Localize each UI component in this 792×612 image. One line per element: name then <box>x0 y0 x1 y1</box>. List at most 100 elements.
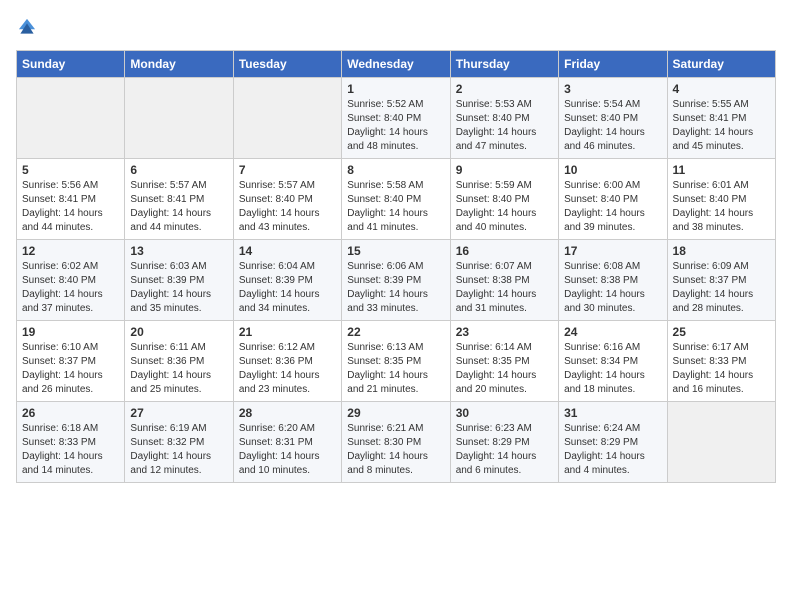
calendar-cell: 29 Sunrise: 6:21 AM Sunset: 8:30 PM Dayli… <box>342 402 450 483</box>
day-number: 1 <box>347 82 444 96</box>
calendar-week-row: 12Sunrise: 6:02 AM Sunset: 8:40 PM Dayli… <box>17 240 776 321</box>
calendar-cell: 20 Sunrise: 6:11 AM Sunset: 8:36 PM Dayli… <box>125 321 233 402</box>
day-info: Sunrise: 6:18 AM Sunset: 8:33 PM Dayligh… <box>22 422 119 478</box>
day-number: 10 <box>564 163 661 177</box>
calendar-cell: 5Sunrise: 5:56 AM Sunset: 8:41 PM Daylig… <box>17 159 125 240</box>
day-number: 13 <box>130 244 227 258</box>
day-info: Sunrise: 6:17 AM Sunset: 8:33 PM Dayligh… <box>673 341 770 397</box>
header-day-tuesday: Tuesday <box>233 51 341 78</box>
day-info: Sunrise: 6:08 AM Sunset: 8:38 PM Dayligh… <box>564 260 661 316</box>
day-info: Sunrise: 6:23 AM Sunset: 8:29 PM Dayligh… <box>456 422 553 478</box>
calendar-week-row: 19 Sunrise: 6:10 AM Sunset: 8:37 PM Dayli… <box>17 321 776 402</box>
day-number: 29 <box>347 406 444 420</box>
day-number: 8 <box>347 163 444 177</box>
day-info: Sunrise: 5:57 AM Sunset: 8:40 PM Dayligh… <box>239 179 336 235</box>
day-number: 9 <box>456 163 553 177</box>
calendar-cell: 26 Sunrise: 6:18 AM Sunset: 8:33 PM Dayli… <box>17 402 125 483</box>
day-info: Sunrise: 6:24 AM Sunset: 8:29 PM Dayligh… <box>564 422 661 478</box>
day-info: Sunrise: 5:59 AM Sunset: 8:40 PM Dayligh… <box>456 179 553 235</box>
calendar-cell: 24Sunrise: 6:16 AM Sunset: 8:34 PM Dayli… <box>559 321 667 402</box>
day-number: 11 <box>673 163 770 177</box>
day-info: Sunrise: 6:12 AM Sunset: 8:36 PM Dayligh… <box>239 341 336 397</box>
header-day-monday: Monday <box>125 51 233 78</box>
day-number: 19 <box>22 325 119 339</box>
day-number: 2 <box>456 82 553 96</box>
day-info: Sunrise: 5:52 AM Sunset: 8:40 PM Dayligh… <box>347 98 444 154</box>
calendar-cell: 11Sunrise: 6:01 AM Sunset: 8:40 PM Dayli… <box>667 159 775 240</box>
day-info: Sunrise: 6:21 AM Sunset: 8:30 PM Dayligh… <box>347 422 444 478</box>
day-number: 27 <box>130 406 227 420</box>
day-number: 14 <box>239 244 336 258</box>
header-day-wednesday: Wednesday <box>342 51 450 78</box>
calendar-cell: 12Sunrise: 6:02 AM Sunset: 8:40 PM Dayli… <box>17 240 125 321</box>
calendar-cell <box>125 78 233 159</box>
calendar-cell: 25 Sunrise: 6:17 AM Sunset: 8:33 PM Dayli… <box>667 321 775 402</box>
calendar-cell: 28 Sunrise: 6:20 AM Sunset: 8:31 PM Dayli… <box>233 402 341 483</box>
day-number: 26 <box>22 406 119 420</box>
calendar-cell: 9 Sunrise: 5:59 AM Sunset: 8:40 PM Daylig… <box>450 159 558 240</box>
day-number: 23 <box>456 325 553 339</box>
day-number: 17 <box>564 244 661 258</box>
calendar-header-row: SundayMondayTuesdayWednesdayThursdayFrid… <box>17 51 776 78</box>
day-number: 30 <box>456 406 553 420</box>
day-number: 28 <box>239 406 336 420</box>
day-info: Sunrise: 6:19 AM Sunset: 8:32 PM Dayligh… <box>130 422 227 478</box>
day-number: 31 <box>564 406 661 420</box>
day-info: Sunrise: 6:06 AM Sunset: 8:39 PM Dayligh… <box>347 260 444 316</box>
day-info: Sunrise: 6:07 AM Sunset: 8:38 PM Dayligh… <box>456 260 553 316</box>
calendar-cell: 4 Sunrise: 5:55 AM Sunset: 8:41 PM Daylig… <box>667 78 775 159</box>
calendar-table: SundayMondayTuesdayWednesdayThursdayFrid… <box>16 50 776 483</box>
page-header <box>16 16 776 38</box>
calendar-cell: 3 Sunrise: 5:54 AM Sunset: 8:40 PM Daylig… <box>559 78 667 159</box>
day-number: 6 <box>130 163 227 177</box>
day-number: 20 <box>130 325 227 339</box>
day-info: Sunrise: 6:03 AM Sunset: 8:39 PM Dayligh… <box>130 260 227 316</box>
calendar-cell: 19 Sunrise: 6:10 AM Sunset: 8:37 PM Dayli… <box>17 321 125 402</box>
calendar-cell: 17 Sunrise: 6:08 AM Sunset: 8:38 PM Dayli… <box>559 240 667 321</box>
day-number: 7 <box>239 163 336 177</box>
day-info: Sunrise: 6:14 AM Sunset: 8:35 PM Dayligh… <box>456 341 553 397</box>
calendar-cell: 14 Sunrise: 6:04 AM Sunset: 8:39 PM Dayli… <box>233 240 341 321</box>
calendar-cell: 2 Sunrise: 5:53 AM Sunset: 8:40 PM Daylig… <box>450 78 558 159</box>
day-info: Sunrise: 6:20 AM Sunset: 8:31 PM Dayligh… <box>239 422 336 478</box>
calendar-week-row: 5Sunrise: 5:56 AM Sunset: 8:41 PM Daylig… <box>17 159 776 240</box>
header-day-friday: Friday <box>559 51 667 78</box>
day-info: Sunrise: 6:04 AM Sunset: 8:39 PM Dayligh… <box>239 260 336 316</box>
day-info: Sunrise: 6:16 AM Sunset: 8:34 PM Dayligh… <box>564 341 661 397</box>
day-info: Sunrise: 6:02 AM Sunset: 8:40 PM Dayligh… <box>22 260 119 316</box>
day-info: Sunrise: 5:56 AM Sunset: 8:41 PM Dayligh… <box>22 179 119 235</box>
calendar-week-row: 1 Sunrise: 5:52 AM Sunset: 8:40 PM Daylig… <box>17 78 776 159</box>
day-number: 21 <box>239 325 336 339</box>
calendar-cell: 15 Sunrise: 6:06 AM Sunset: 8:39 PM Dayli… <box>342 240 450 321</box>
day-number: 3 <box>564 82 661 96</box>
calendar-cell <box>233 78 341 159</box>
day-info: Sunrise: 6:11 AM Sunset: 8:36 PM Dayligh… <box>130 341 227 397</box>
day-number: 4 <box>673 82 770 96</box>
calendar-cell: 13 Sunrise: 6:03 AM Sunset: 8:39 PM Dayli… <box>125 240 233 321</box>
day-info: Sunrise: 6:00 AM Sunset: 8:40 PM Dayligh… <box>564 179 661 235</box>
calendar-cell: 30 Sunrise: 6:23 AM Sunset: 8:29 PM Dayli… <box>450 402 558 483</box>
calendar-cell <box>17 78 125 159</box>
calendar-cell <box>667 402 775 483</box>
calendar-cell: 8 Sunrise: 5:58 AM Sunset: 8:40 PM Daylig… <box>342 159 450 240</box>
day-number: 25 <box>673 325 770 339</box>
calendar-cell: 7 Sunrise: 5:57 AM Sunset: 8:40 PM Daylig… <box>233 159 341 240</box>
day-info: Sunrise: 6:13 AM Sunset: 8:35 PM Dayligh… <box>347 341 444 397</box>
day-number: 15 <box>347 244 444 258</box>
calendar-week-row: 26 Sunrise: 6:18 AM Sunset: 8:33 PM Dayli… <box>17 402 776 483</box>
day-info: Sunrise: 5:58 AM Sunset: 8:40 PM Dayligh… <box>347 179 444 235</box>
calendar-cell: 16 Sunrise: 6:07 AM Sunset: 8:38 PM Dayli… <box>450 240 558 321</box>
header-day-saturday: Saturday <box>667 51 775 78</box>
logo <box>16 16 42 38</box>
calendar-cell: 31 Sunrise: 6:24 AM Sunset: 8:29 PM Dayli… <box>559 402 667 483</box>
calendar-cell: 23 Sunrise: 6:14 AM Sunset: 8:35 PM Dayli… <box>450 321 558 402</box>
calendar-cell: 27 Sunrise: 6:19 AM Sunset: 8:32 PM Dayli… <box>125 402 233 483</box>
header-day-thursday: Thursday <box>450 51 558 78</box>
day-info: Sunrise: 5:55 AM Sunset: 8:41 PM Dayligh… <box>673 98 770 154</box>
day-info: Sunrise: 5:54 AM Sunset: 8:40 PM Dayligh… <box>564 98 661 154</box>
day-info: Sunrise: 5:57 AM Sunset: 8:41 PM Dayligh… <box>130 179 227 235</box>
day-info: Sunrise: 6:10 AM Sunset: 8:37 PM Dayligh… <box>22 341 119 397</box>
day-number: 16 <box>456 244 553 258</box>
day-info: Sunrise: 5:53 AM Sunset: 8:40 PM Dayligh… <box>456 98 553 154</box>
logo-icon <box>16 16 38 38</box>
